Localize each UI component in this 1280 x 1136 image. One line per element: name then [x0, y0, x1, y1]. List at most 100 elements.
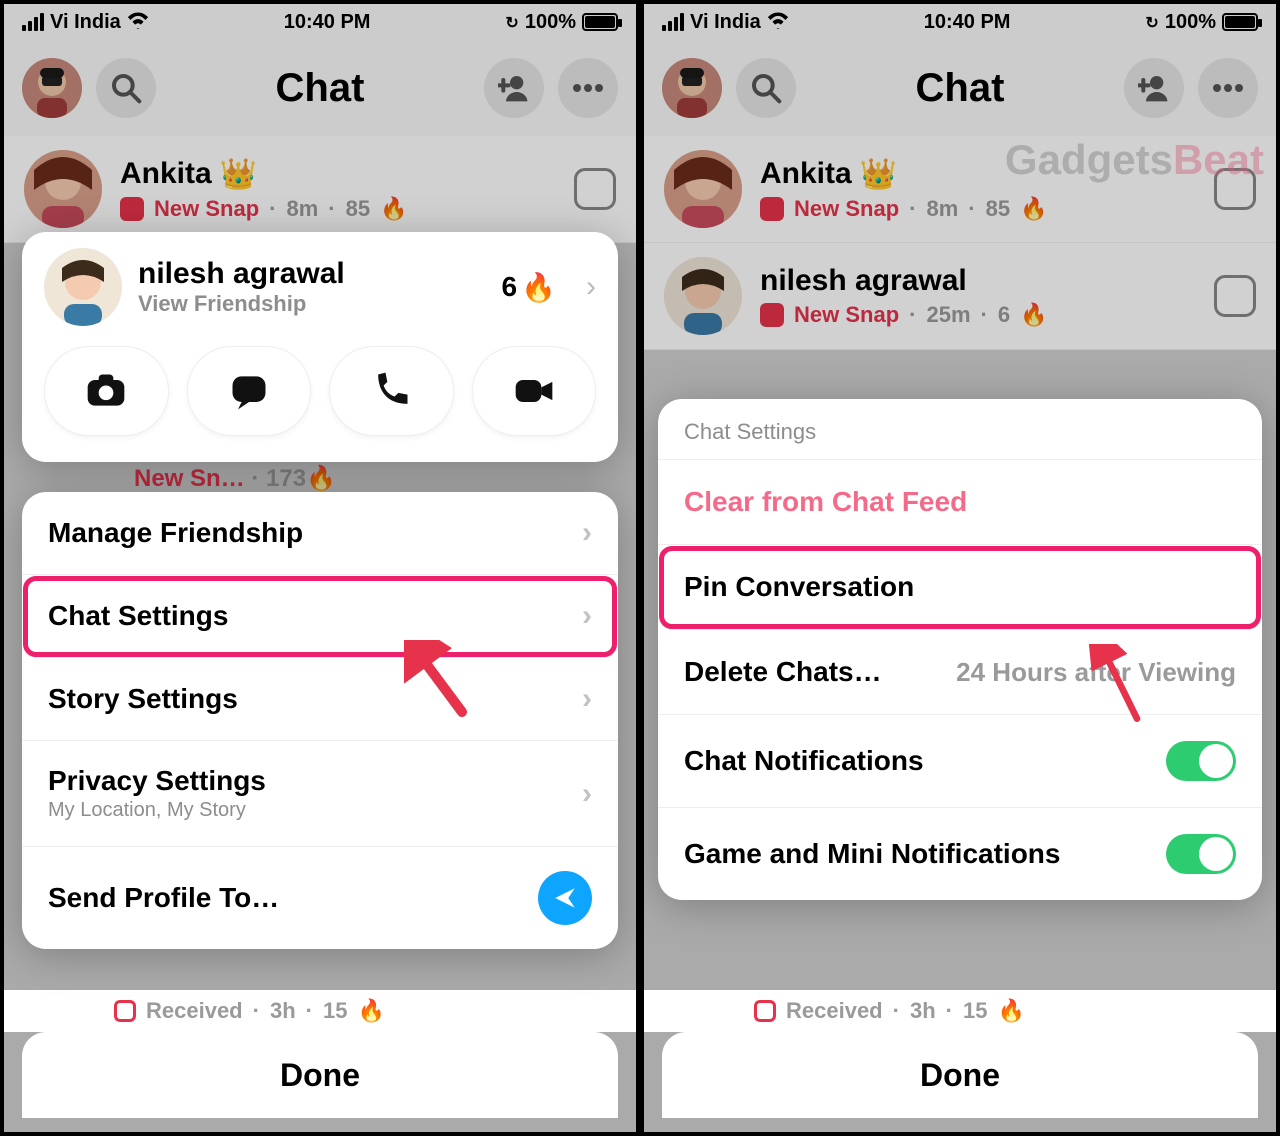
friend-actions-sheet: Manage Friendship › Chat Settings › Stor…	[22, 492, 618, 949]
chat-name: Ankita	[760, 157, 852, 191]
flame-icon: 🔥	[306, 465, 336, 492]
received-icon	[114, 1000, 136, 1022]
snap-status: New Snap	[154, 196, 259, 222]
peek-time: 3h	[910, 998, 936, 1024]
status-time: 10:40 PM	[924, 11, 1011, 34]
chat-button[interactable]	[187, 346, 312, 436]
avatar-ankita	[24, 150, 102, 228]
status-time: 10:40 PM	[284, 11, 371, 34]
peek-received: Received	[786, 998, 883, 1024]
new-snap-icon	[120, 197, 144, 221]
snap-streak: 85	[986, 196, 1010, 222]
profile-avatar[interactable]	[22, 58, 82, 118]
snap-status: New Snap	[794, 196, 899, 222]
camera-icon[interactable]	[574, 168, 616, 210]
manage-friendship-label: Manage Friendship	[48, 517, 303, 549]
chat-name: nilesh agrawal	[760, 264, 967, 298]
camera-icon[interactable]	[1214, 275, 1256, 317]
view-friendship-row[interactable]: nilesh agrawal View Friendship 6🔥 ›	[44, 248, 596, 326]
game-notifications-row[interactable]: Game and Mini Notifications	[658, 808, 1262, 900]
phone-right: Vi India 10:40 PM 100% Chat GadgetsBeat	[644, 4, 1276, 1132]
privacy-settings-label: Privacy Settings	[48, 765, 266, 797]
clear-from-feed-row[interactable]: Clear from Chat Feed	[658, 460, 1262, 545]
snap-status: New Snap	[794, 302, 899, 328]
chat-row-ankita[interactable]: Ankita 👑 New Snap ·8m ·85🔥	[4, 136, 636, 243]
send-icon[interactable]	[538, 871, 592, 925]
audio-call-button[interactable]	[329, 346, 454, 436]
search-button[interactable]	[96, 58, 156, 118]
snap-time: 8m	[926, 196, 958, 222]
manage-friendship-row[interactable]: Manage Friendship ›	[22, 492, 618, 575]
snap-time: 25m	[926, 302, 970, 328]
annotation-arrow	[404, 640, 474, 720]
new-snap-icon	[760, 303, 784, 327]
done-button[interactable]: Done	[662, 1032, 1258, 1118]
snap-camera-button[interactable]	[44, 346, 169, 436]
search-button[interactable]	[736, 58, 796, 118]
delete-chats-label: Delete Chats…	[684, 656, 882, 688]
page-title: Chat	[810, 66, 1110, 111]
peek-streak2: 15	[323, 998, 347, 1024]
story-settings-label: Story Settings	[48, 683, 238, 715]
page-title: Chat	[170, 66, 470, 111]
profile-streak: 6	[502, 271, 518, 303]
carrier-label: Vi India	[50, 11, 121, 34]
peek-streak2: 15	[963, 998, 987, 1024]
battery-percent: 100%	[525, 11, 576, 34]
done-label: Done	[920, 1057, 1000, 1094]
chat-settings-row[interactable]: Chat Settings ›	[22, 575, 618, 658]
crown-icon: 👑	[860, 157, 897, 192]
carrier-label: Vi India	[690, 11, 761, 34]
profile-avatar[interactable]	[662, 58, 722, 118]
received-icon	[754, 1000, 776, 1022]
send-profile-label: Send Profile To…	[48, 882, 279, 914]
flame-icon: 🔥	[521, 271, 556, 304]
more-button[interactable]	[1198, 58, 1258, 118]
peek-received: Received	[146, 998, 243, 1024]
avatar-nilesh	[664, 257, 742, 335]
chat-header: Chat	[4, 40, 636, 136]
video-call-button[interactable]	[472, 346, 597, 436]
peek-status: New Sn…	[134, 465, 245, 492]
chat-settings-label: Chat Settings	[48, 600, 228, 632]
signal-icon	[662, 13, 684, 31]
done-button[interactable]: Done	[22, 1032, 618, 1118]
game-notifications-toggle[interactable]	[1166, 834, 1236, 874]
add-friend-button[interactable]	[484, 58, 544, 118]
rotation-lock-icon	[505, 11, 518, 34]
flame-icon: 🔥	[997, 998, 1024, 1024]
signal-icon	[22, 13, 44, 31]
chat-settings-header: Chat Settings	[658, 399, 1262, 460]
avatar-nilesh	[44, 248, 122, 326]
chat-row-nilesh[interactable]: nilesh agrawal New Snap ·25m ·6🔥	[644, 243, 1276, 350]
chat-name: Ankita	[120, 157, 212, 191]
pin-conversation-row[interactable]: Pin Conversation	[658, 545, 1262, 630]
chevron-right-icon: ›	[582, 777, 592, 811]
add-friend-button[interactable]	[1124, 58, 1184, 118]
chevron-right-icon: ›	[582, 682, 592, 716]
privacy-settings-sub: My Location, My Story	[48, 799, 266, 822]
story-settings-row[interactable]: Story Settings ›	[22, 658, 618, 741]
avatar-ankita	[664, 150, 742, 228]
wifi-icon	[767, 11, 789, 34]
peek-time: 3h	[270, 998, 296, 1024]
privacy-settings-row[interactable]: Privacy Settings My Location, My Story ›	[22, 741, 618, 847]
battery-icon	[1222, 13, 1258, 31]
game-notifications-label: Game and Mini Notifications	[684, 838, 1060, 870]
chat-notifications-toggle[interactable]	[1166, 741, 1236, 781]
wifi-icon	[127, 11, 149, 34]
done-label: Done	[280, 1057, 360, 1094]
snap-time: 8m	[286, 196, 318, 222]
flame-icon: 🔥	[357, 998, 384, 1024]
send-profile-row[interactable]: Send Profile To…	[22, 847, 618, 949]
chat-settings-sheet: Chat Settings Clear from Chat Feed Pin C…	[658, 399, 1262, 900]
phone-left: Vi India 10:40 PM 100% Chat	[4, 4, 636, 1132]
flame-icon: 🔥	[1020, 196, 1047, 222]
chevron-right-icon: ›	[582, 516, 592, 550]
clear-from-feed-label: Clear from Chat Feed	[684, 486, 967, 518]
profile-name: nilesh agrawal	[138, 257, 345, 291]
chat-notifications-row[interactable]: Chat Notifications	[658, 715, 1262, 808]
delete-chats-row[interactable]: Delete Chats… 24 Hours after Viewing	[658, 630, 1262, 715]
more-button[interactable]	[558, 58, 618, 118]
flame-icon: 🔥	[1020, 302, 1047, 328]
